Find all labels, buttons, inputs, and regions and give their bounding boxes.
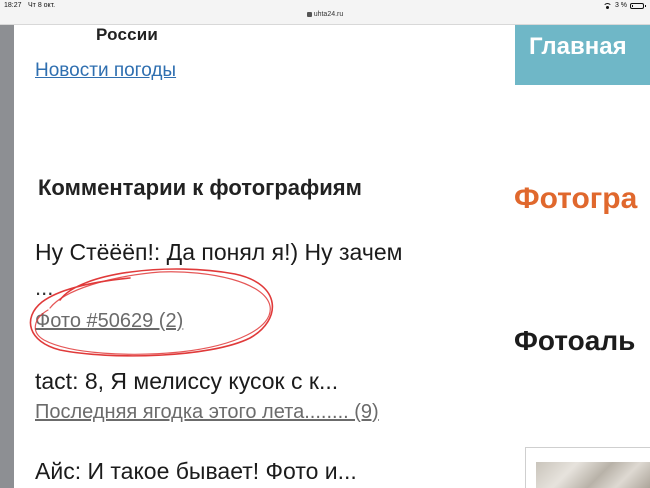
address-bar[interactable]: uhta24.ru: [0, 11, 650, 18]
weather-news-link[interactable]: Новости погоды: [35, 60, 176, 82]
address-url: uhta24.ru: [313, 11, 344, 18]
photo-image: [536, 462, 650, 488]
status-indicators: 3 %: [602, 2, 646, 9]
battery-icon: [630, 2, 646, 9]
left-column: России Новости погоды Комментарии к фото…: [14, 25, 484, 488]
comment-text: tact: 8, Я мелиссу кусок с к...: [35, 368, 339, 394]
scroll-rail: [0, 25, 14, 488]
status-time: 18:27: [4, 2, 22, 9]
status-bar: 18:27 Чт 8 окт. uhta24.ru 3 %: [0, 0, 650, 25]
wifi-icon: [602, 2, 612, 9]
photo-thumbnail[interactable]: [525, 447, 650, 488]
photo-albums-heading: Фотоаль: [514, 325, 636, 356]
photos-heading: Фотогра: [514, 182, 638, 215]
main-menu-label: Главная: [529, 33, 627, 60]
comment-photo-link[interactable]: Фото #50629 (2): [35, 310, 183, 333]
comment-photo-link[interactable]: Последняя ягодка этого лета........ (9): [35, 401, 379, 424]
comment-text: Ну Стёёёп!: Да понял я!) Ну зачем: [35, 239, 403, 265]
logo-caption: России: [96, 25, 159, 44]
battery-fill: [632, 4, 633, 7]
status-date: Чт 8 окт.: [28, 2, 56, 9]
main-menu-button[interactable]: Главная: [515, 25, 650, 85]
section-title: Комментарии к фотографиям: [38, 175, 362, 200]
lock-icon: [306, 12, 312, 17]
battery-percent: 3 %: [614, 2, 627, 9]
comment-text: Айс: И такое бывает! Фото и...: [35, 458, 357, 484]
comment-text-continued: ...: [35, 275, 54, 300]
